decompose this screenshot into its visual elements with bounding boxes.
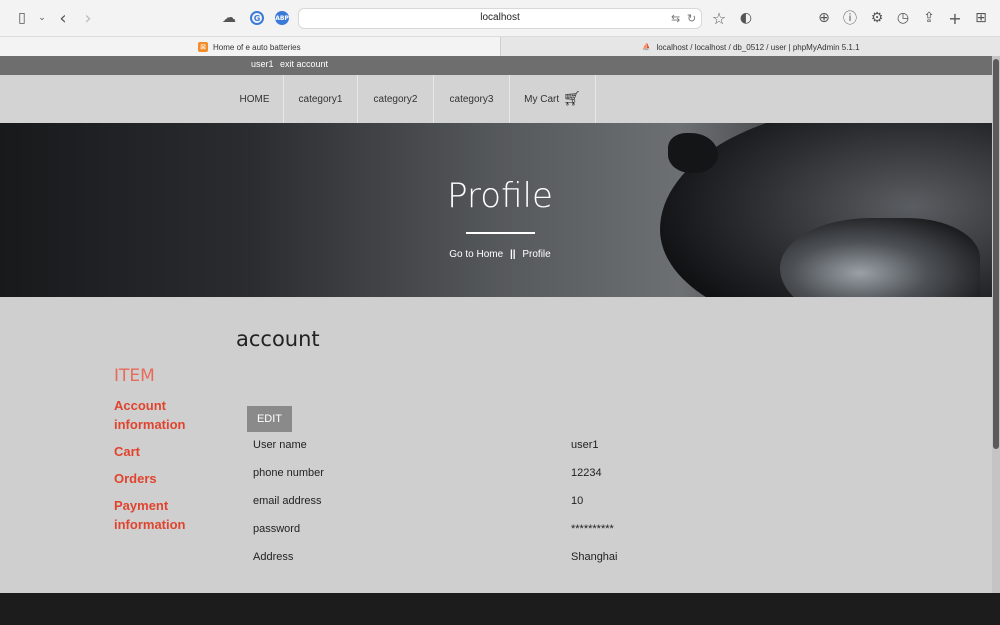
car-mirror-shape [668,133,718,173]
page-footer [0,593,1000,625]
cloud-icon[interactable]: ☁ [219,8,239,28]
sidebar-item-orders[interactable]: Orders [114,469,204,488]
field-label-password: password [253,523,301,535]
field-label-address: Address [253,551,294,563]
forward-icon[interactable]: › [78,8,98,29]
field-value-email: 10 [571,495,584,507]
reload-icon[interactable]: ↻ [687,12,696,25]
sidebar-item-payment-information[interactable]: Payment information [114,496,204,534]
user-bar: user1 exit account [0,56,1000,75]
address-bar[interactable]: localhost ⇆ ↻ [298,8,702,29]
tab-overview-icon[interactable]: ⊞ [971,8,991,28]
field-value-address: Shanghai [571,551,618,563]
breadcrumb-separator: || [509,249,516,260]
sidebar-toggle-icon[interactable]: ▯ [12,8,32,28]
username-link[interactable]: user1 [251,59,274,69]
title-divider [466,232,535,234]
nav-home[interactable]: HOME [226,75,284,123]
nav-category2[interactable]: category2 [358,75,434,123]
sidebar-item-cart[interactable]: Cart [114,442,204,461]
sidebar-item-account-information[interactable]: Account information [114,396,204,434]
new-tab-icon[interactable]: + [945,8,965,28]
url-text: localhost [480,12,520,23]
page-title: Profile [447,176,553,216]
field-label-phone: phone number [253,467,324,479]
sidebar-heading: ITEM [114,366,155,386]
nav-my-cart[interactable]: My Cart 🛒︎ [510,75,596,123]
shield-icon[interactable]: ◐ [736,8,756,28]
adblock-icon[interactable]: ABP [275,11,289,25]
account-title: account [236,327,320,351]
field-value-phone: 12234 [571,467,602,479]
field-value-password: ********** [571,523,614,535]
browser-toolbar: ▯ ⌄ ‹ › ☁ G ABP localhost ⇆ ↻ ☆ ◐ ⊕ ⓘ ⚙ … [0,0,1000,36]
nav-cart-label: My Cart [524,93,560,105]
star-icon[interactable]: ☆ [709,8,729,28]
breadcrumb-current: Profile [522,249,551,260]
tab-home-batteries[interactable]: ⊠ Home of e auto batteries [0,37,500,57]
field-value-user-name: user1 [571,439,599,451]
share-icon[interactable]: ⇪ [919,8,939,28]
history-icon[interactable]: ◷ [893,8,913,28]
nav-category1[interactable]: category1 [284,75,358,123]
gear-icon[interactable]: ⚙ [867,8,887,28]
main-nav: HOME category1 category2 category3 My Ca… [0,75,1000,123]
tab-title: localhost / localhost / db_0512 / user |… [656,42,860,52]
edit-button[interactable]: EDIT [247,406,292,432]
exit-account-link[interactable]: exit account [280,59,328,69]
profile-content: account ITEM Account information Cart Or… [0,297,1000,593]
xampp-favicon-icon: ⊠ [198,42,208,52]
tab-bar: ⊠ Home of e auto batteries ⛵ localhost /… [0,36,1000,57]
hero-banner: Profile Go to Home || Profile [0,123,1000,297]
chevron-down-icon[interactable]: ⌄ [32,8,52,28]
breadcrumb: Go to Home || Profile [0,249,1000,260]
download-icon[interactable]: ⊕ [814,8,834,28]
extension-g-icon[interactable]: G [250,11,264,25]
breadcrumb-home-link[interactable]: Go to Home [449,249,503,260]
scrollbar-thumb[interactable] [993,59,999,449]
back-icon[interactable]: ‹ [53,8,73,29]
tab-phpmyadmin[interactable]: ⛵ localhost / localhost / db_0512 / user… [500,37,1000,57]
phpmyadmin-favicon-icon: ⛵ [642,44,651,51]
info-icon[interactable]: ⓘ [840,8,860,28]
field-label-user-name: User name [253,439,307,451]
tab-title: Home of e auto batteries [213,42,301,52]
nav-category3[interactable]: category3 [434,75,510,123]
field-label-email: email address [253,495,322,507]
shopping-cart-icon: 🛒︎ [563,91,581,107]
page-scrollbar[interactable] [992,56,1000,593]
translate-icon[interactable]: ⇆ [671,12,680,25]
